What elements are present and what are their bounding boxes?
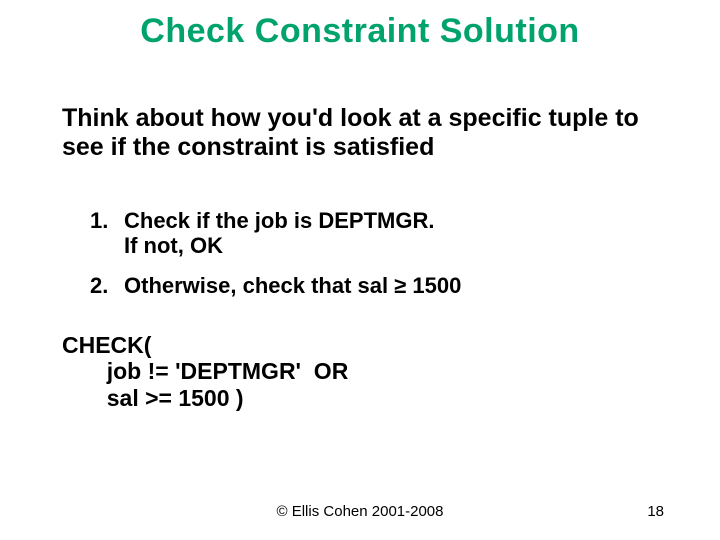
list-text: Otherwise, check that sal ≥ 1500: [124, 273, 461, 298]
intro-text: Think about how you'd look at a specific…: [62, 104, 662, 162]
list-number: 2.: [90, 273, 124, 298]
list-item: 2. Otherwise, check that sal ≥ 1500: [90, 273, 650, 298]
list-item: 1. Check if the job is DEPTMGR. If not, …: [90, 208, 650, 259]
list-text: Check if the job is DEPTMGR. If not, OK: [124, 208, 434, 259]
page-number: 18: [647, 503, 664, 520]
ordered-list: 1. Check if the job is DEPTMGR. If not, …: [90, 208, 650, 312]
list-number: 1.: [90, 208, 124, 259]
copyright-text: © Ellis Cohen 2001-2008: [0, 503, 720, 520]
check-constraint-code: CHECK( job != 'DEPTMGR' OR sal >= 1500 ): [62, 332, 348, 411]
slide-title: Check Constraint Solution: [0, 12, 720, 51]
slide: Check Constraint Solution Think about ho…: [0, 0, 720, 540]
